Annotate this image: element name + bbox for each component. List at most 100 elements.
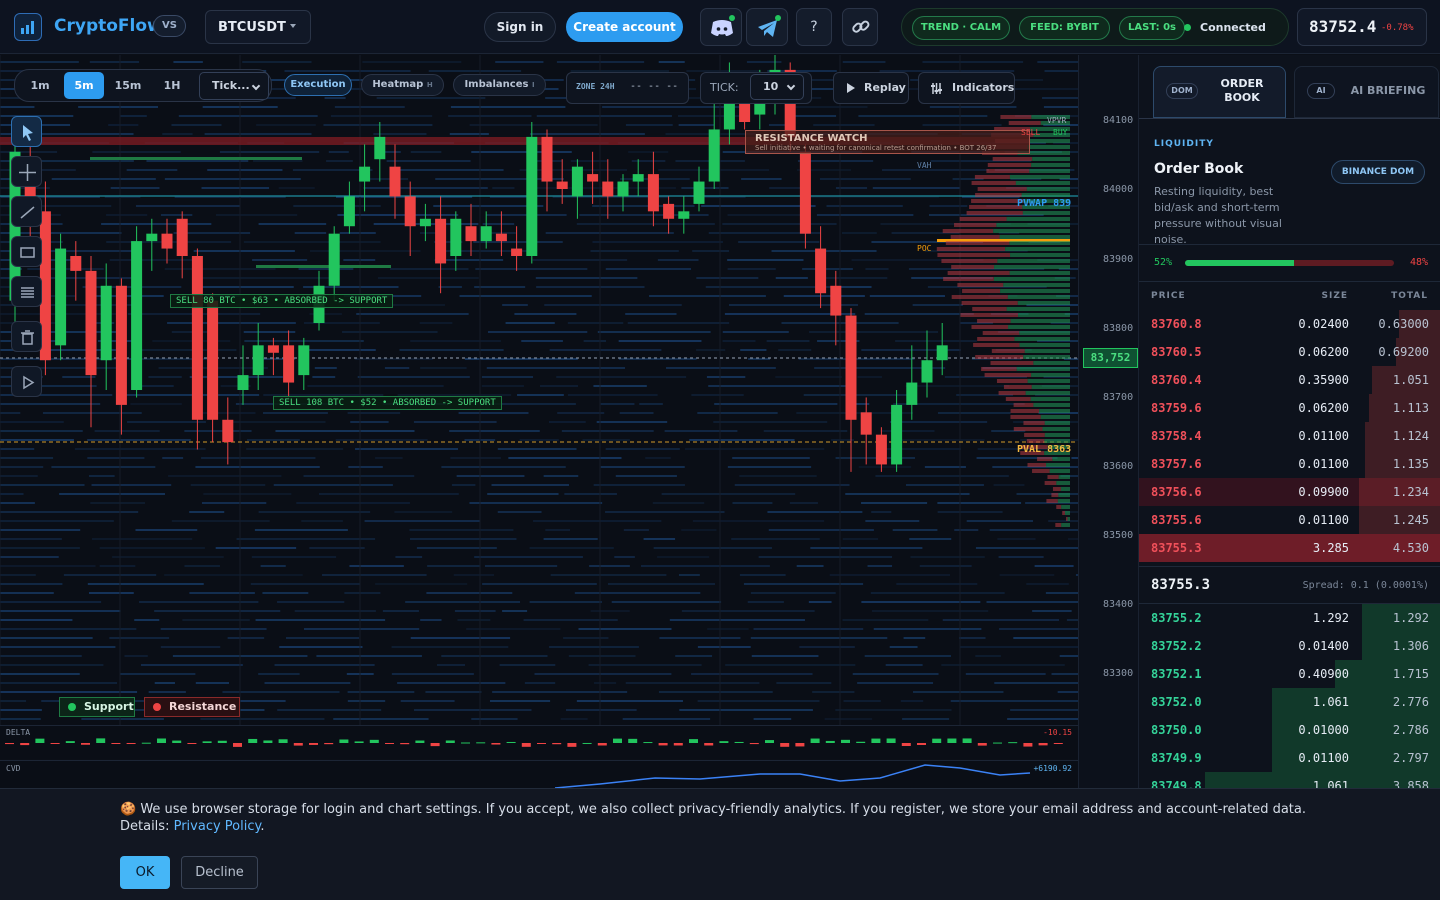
create-account-button[interactable]: Create account (566, 12, 683, 42)
link-button[interactable] (842, 8, 878, 46)
cookie-decline-button[interactable]: Decline (181, 856, 258, 889)
liquidity-line (545, 529, 570, 531)
delete-tool[interactable] (11, 321, 42, 352)
liquidity-line (910, 556, 985, 558)
liquidity-line (727, 214, 806, 216)
symbol-selector[interactable]: BTCUSDT (205, 10, 311, 44)
candle-body (830, 285, 842, 316)
chart-canvas[interactable] (0, 55, 1078, 725)
liquidity-line (162, 133, 193, 135)
rectangle-tool[interactable] (11, 236, 42, 267)
tick-size-select[interactable]: 10 (750, 74, 804, 100)
liquidity-line (492, 187, 515, 189)
cookie-ok-button[interactable]: OK (120, 856, 170, 889)
vpvr-buy-bar (996, 223, 1070, 227)
vpvr-buy-bar (1031, 385, 1070, 389)
liquidity-line (691, 673, 813, 675)
liquidity-line (1057, 691, 1078, 693)
chart-type-select[interactable]: Tick... (199, 72, 269, 100)
bid-row[interactable]: 83749.9 0.01100 2.797 (1139, 744, 1440, 772)
pointer-tool[interactable] (11, 116, 42, 147)
replay-button[interactable]: Replay (833, 72, 909, 104)
liquidity-line (867, 565, 893, 567)
vpvr-sell-bar (1066, 517, 1068, 521)
liquidity-line (471, 718, 518, 720)
resistance-legend[interactable]: Resistance (144, 697, 240, 717)
liquidity-line (905, 385, 1010, 387)
bid-row[interactable]: 83752.1 0.40900 1.715 (1139, 660, 1440, 688)
indicators-button[interactable]: Indicators (918, 72, 1015, 104)
liquidity-line (1043, 106, 1078, 108)
support-legend[interactable]: Support (59, 697, 135, 717)
liquidity-line (441, 655, 548, 657)
price-axis[interactable]: 84100 84000 83900 83800 83700 83600 8350… (1078, 55, 1138, 788)
liquidity-line (416, 547, 497, 549)
discord-button[interactable] (700, 8, 742, 46)
liquidity-line (307, 385, 444, 387)
axis-tick: 84100 (1103, 115, 1134, 126)
logo-icon[interactable] (14, 13, 42, 41)
fib-tool[interactable] (11, 276, 42, 307)
liquidity-line (109, 637, 170, 639)
execution-toggle[interactable]: Execution (284, 74, 352, 96)
axis-tick: 83700 (1103, 392, 1134, 403)
bid-row[interactable]: 83752.2 0.01400 1.306 (1139, 632, 1440, 660)
bid-row[interactable]: 83750.0 0.01000 2.786 (1139, 716, 1440, 744)
ask-total: 1.124 (1392, 429, 1429, 443)
timeframe-15m[interactable]: 15m (108, 72, 148, 99)
timeframe-1h[interactable]: 1H (152, 72, 192, 99)
zone-24h[interactable]: ZONE 24H -- -- -- (566, 72, 689, 104)
vpvr-buy-bar (1067, 517, 1070, 521)
ask-row[interactable]: 83760.4 0.35900 1.051 (1139, 366, 1440, 394)
timeframe-1m[interactable]: 1m (20, 72, 60, 99)
liquidity-line (330, 115, 433, 117)
vs-button[interactable]: VS (153, 15, 186, 37)
price-chart[interactable]: SELL 80 BTC • $63 • ABSORBED -> SUPPORT … (0, 55, 1078, 725)
liquidity-line (198, 412, 256, 414)
imbalances-toggle[interactable]: Imbalances I (453, 74, 546, 96)
timeframe-5m[interactable]: 5m (64, 72, 104, 99)
binance-dom-button[interactable]: BINANCE DOM (1331, 160, 1425, 184)
liquidity-line (349, 565, 404, 567)
help-button[interactable]: ? (796, 8, 832, 46)
telegram-button[interactable] (746, 8, 788, 46)
ask-row[interactable]: 83759.6 0.06200 1.113 (1139, 394, 1440, 422)
ask-row[interactable]: 83755.6 0.01100 1.245 (1139, 506, 1440, 534)
ask-row[interactable]: 83760.8 0.02400 0.63000 (1139, 310, 1440, 338)
bid-row[interactable]: 83755.2 1.292 1.292 (1139, 604, 1440, 632)
brand-name[interactable]: CryptoFlow (54, 16, 163, 36)
crosshair-tool[interactable] (11, 156, 42, 187)
tick-label: TICK: (710, 81, 739, 94)
play-replay-tool[interactable] (11, 366, 42, 397)
ask-row[interactable]: 83755.3 3.285 4.530 (1139, 534, 1440, 562)
candle-body (465, 226, 477, 242)
privacy-policy-link[interactable]: Privacy Policy (174, 819, 261, 834)
axis-tick: 83600 (1103, 461, 1134, 472)
trendline-tool[interactable] (11, 196, 42, 227)
tab-order-book[interactable]: DOM ORDER BOOK (1153, 66, 1286, 118)
liquidity-line (164, 178, 301, 180)
liquidity-line (428, 70, 522, 72)
ask-row[interactable]: 83757.6 0.01100 1.135 (1139, 450, 1440, 478)
liquidity-line (482, 583, 597, 585)
delta-bar (1023, 743, 1033, 747)
sign-in-button[interactable]: Sign in (484, 12, 556, 42)
vpvr-buy-label: BUY (1053, 128, 1068, 137)
delta-bar (369, 739, 379, 743)
bid-row[interactable]: 83752.0 1.061 2.776 (1139, 688, 1440, 716)
liquidity-line (994, 682, 1078, 684)
vpvr-buy-bar (1058, 475, 1070, 479)
liquidity-line (628, 151, 669, 153)
heatmap-toggle[interactable]: Heatmap H (361, 74, 444, 96)
tab-ai-briefing[interactable]: AI AI BRIEFING (1294, 66, 1439, 118)
ask-row[interactable]: 83756.6 0.09900 1.234 (1139, 478, 1440, 506)
liquidity-line (322, 574, 427, 576)
liquidity-line (536, 286, 645, 288)
liquidity-line (1032, 610, 1072, 612)
candle-body (298, 345, 310, 376)
vpvr-buy-bar (1033, 403, 1070, 407)
liquidity-line (544, 304, 682, 306)
ask-row[interactable]: 83758.4 0.01100 1.124 (1139, 422, 1440, 450)
list-lines-icon (21, 287, 34, 298)
ask-row[interactable]: 83760.5 0.06200 0.69200 (1139, 338, 1440, 366)
